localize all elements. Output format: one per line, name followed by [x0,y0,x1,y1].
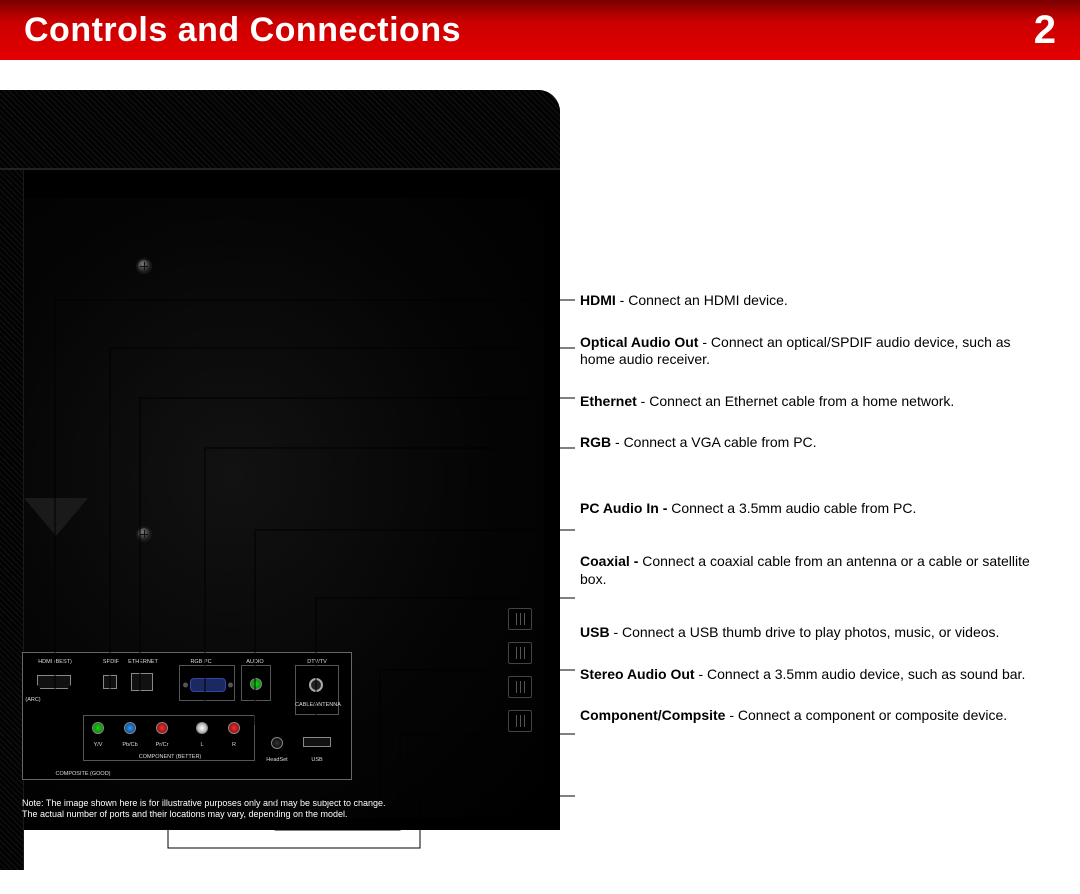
mount-screw-icon [138,528,150,540]
desc-usb: USB - Connect a USB thumb drive to play … [580,624,1040,642]
footnote-line1: Note: The image shown here is for illust… [22,798,386,809]
desc-coax: Coaxial - Connect a coaxial cable from a… [580,553,1040,588]
chapter-header: Controls and Connections 2 [0,0,1080,60]
headset-jack-icon [271,737,283,749]
desc-rgb: RGB - Connect a VGA cable from PC. [580,434,1040,452]
label-spdif: SPDIF [103,659,119,665]
port-descriptions: HDMI - Connect an HDMI device. Optical A… [580,292,1040,749]
footnote-line2: The actual number of ports and their loc… [22,809,386,820]
mount-screw-icon [138,260,150,272]
side-button [508,676,532,698]
footnote: Note: The image shown here is for illust… [22,798,386,820]
desc-optical: Optical Audio Out - Connect an optical/S… [580,334,1040,369]
side-button [508,710,532,732]
side-button [508,608,532,630]
label-hdmi: HDMI (BEST) [38,659,72,665]
side-button [508,642,532,664]
desc-pcaudio: PC Audio In - Connect a 3.5mm audio cabl… [580,500,1040,518]
side-buttons [508,608,532,732]
label-yv: Y/V [94,742,103,748]
pc-audio-jack-icon [250,678,262,690]
component-pb-jack-icon [124,722,136,734]
desc-hdmi: HDMI - Connect an HDMI device. [580,292,1040,310]
label-arc: (ARC) [25,697,40,703]
tv-left-bezel [0,170,24,870]
vizio-logo-icon [24,498,104,558]
label-component: COMPONENT (BETTER) [139,754,202,760]
label-pb: Pb/Cb [122,742,137,748]
vga-port-icon [190,678,226,692]
component-y-jack-icon [92,722,104,734]
hdmi-port-icon [37,675,71,689]
content-area: HDMI (BEST) SPDIF ETHERNET RGB PC AUDIO … [0,60,1080,794]
usb-port-icon [303,737,331,747]
coax-port-icon [309,678,323,692]
label-composite: COMPOSITE (GOOD) [56,771,111,777]
audio-group [241,665,271,701]
label-pr: Pr/Cr [156,742,169,748]
label-usb: USB [311,757,322,763]
rgb-group [179,665,235,701]
label-cable: CABLE/ANTENNA [295,702,341,708]
dtv-group: CABLE/ANTENNA [295,665,339,715]
label-ethernet: ETHERNET [128,659,158,665]
desc-ethernet: Ethernet - Connect an Ethernet cable fro… [580,393,1040,411]
ethernet-port-icon [131,673,153,691]
component-group: Y/V Pb/Cb Pr/Cr L R COMPONENT (BETTER) [83,715,255,761]
tv-top-bezel [0,90,560,170]
component-pr-jack-icon [156,722,168,734]
page-title: Controls and Connections [24,11,461,50]
port-panel: HDMI (BEST) SPDIF ETHERNET RGB PC AUDIO … [22,652,352,780]
component-l-jack-icon [196,722,208,734]
component-r-jack-icon [228,722,240,734]
chapter-number: 2 [1034,8,1056,53]
label-r: R [232,742,236,748]
tv-rear-illustration: HDMI (BEST) SPDIF ETHERNET RGB PC AUDIO … [0,90,560,830]
label-headset: HeadSet [266,757,287,763]
desc-stereo: Stereo Audio Out - Connect a 3.5mm audio… [580,666,1040,684]
spdif-port-icon [103,675,117,689]
desc-component: Component/Compsite - Connect a component… [580,707,1040,725]
label-l: L [200,742,203,748]
